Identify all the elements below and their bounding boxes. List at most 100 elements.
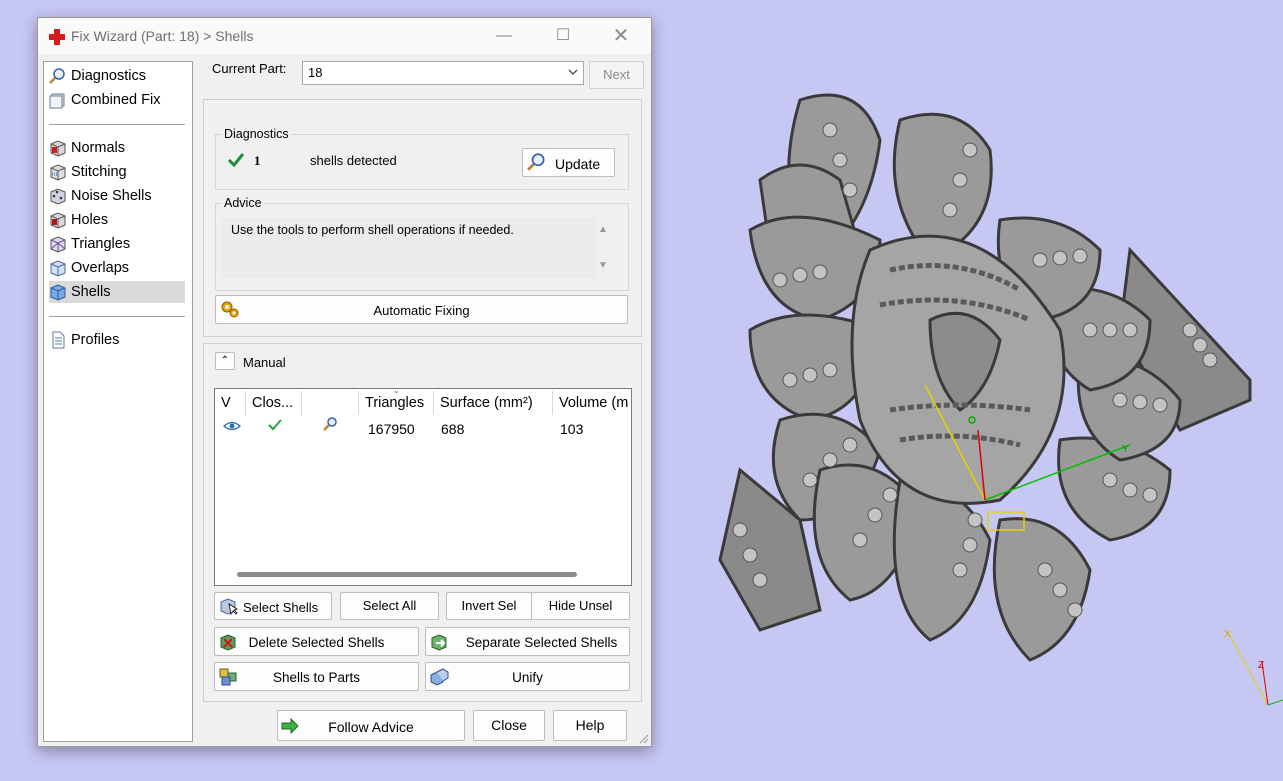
nav-item-shells[interactable]: Shells [49,281,185,303]
diagnostics-status: shells detected [310,153,397,168]
shells-to-parts-button[interactable]: Shells to Parts [214,662,419,691]
invert-selection-button[interactable]: Invert Sel [446,592,532,620]
nav-divider [49,316,185,317]
checkmark-icon [227,153,245,168]
unify-label: Unify [512,670,543,685]
column-divider [433,391,434,415]
shells-cube-icon [50,284,66,301]
horizontal-scrollbar[interactable] [237,572,577,577]
nav-item-diagnostics[interactable]: Diagnostics [49,65,185,87]
cell-volume: 103 [560,421,584,437]
update-label: Update [555,156,601,172]
hide-unselected-button[interactable]: Hide Unsel [531,592,630,620]
separate-selected-shells-button[interactable]: Separate Selected Shells [425,627,630,656]
separate-selected-shells-label: Separate Selected Shells [465,635,618,650]
magnifier-icon [527,153,545,171]
column-header-surface[interactable]: Surface (mm²) [440,395,533,411]
nav-label: Stitching [71,164,127,180]
stitching-cube-icon [50,164,66,181]
column-divider [301,391,302,415]
current-part-select[interactable]: 18 [302,61,584,85]
delete-selected-shells-button[interactable]: Delete Selected Shells [214,627,419,656]
nav-item-stitching[interactable]: Stitching [49,161,185,183]
magnifier-icon [49,68,65,84]
nav-label: Overlaps [71,260,130,276]
chevron-down-icon [568,69,578,75]
title-bar[interactable]: Fix Wizard (Part: 18) > Shells — ☐ ✕ [38,18,651,54]
column-divider [245,391,246,415]
maximize-button[interactable]: ☐ [543,24,583,48]
advice-text: Use the tools to perform shell operation… [231,223,514,237]
wizard-navigation: Diagnostics Combined Fix Normals Stitchi… [43,61,193,742]
delete-selected-shells-label: Delete Selected Shells [248,635,385,650]
nav-label: Profiles [71,332,120,348]
nav-label: Normals [71,140,125,156]
manual-title: Manual [243,355,286,370]
nav-label: Triangles [71,236,131,252]
nav-item-normals[interactable]: Normals [49,137,185,159]
column-header-visible[interactable]: V [221,395,231,411]
column-header-closed[interactable]: Clos... [252,395,293,411]
select-shells-button[interactable]: Select Shells [214,592,332,620]
nav-label: Holes [71,212,109,228]
select-shells-icon [220,598,238,616]
noise-shells-cube-icon [50,188,66,205]
column-header-triangles[interactable]: Triangles [365,395,424,411]
help-button[interactable]: Help [553,710,627,741]
follow-advice-label: Follow Advice [328,719,414,735]
current-part-label: Current Part: [212,61,287,76]
column-divider [552,391,553,415]
nav-item-holes[interactable]: Holes [49,209,185,231]
nav-item-profiles[interactable]: Profiles [49,329,185,351]
column-divider [358,391,359,415]
eye-icon[interactable] [223,419,241,433]
nav-item-combined-fix[interactable]: Combined Fix [49,89,185,111]
nav-item-noise-shells[interactable]: Noise Shells [49,185,185,207]
close-button[interactable]: Close [473,710,545,741]
combined-fix-icon [49,93,65,109]
shells-table[interactable]: V Clos... Triangles ⌄ Surface (mm²) Volu… [214,386,632,586]
select-all-button[interactable]: Select All [340,592,439,620]
triangles-cube-icon [50,236,66,253]
magnifier-icon[interactable] [321,416,339,434]
checkmark-icon [268,419,282,431]
scroll-down-icon[interactable]: ▼ [598,260,608,271]
follow-advice-button[interactable]: Follow Advice [277,710,465,741]
automatic-fixing-button[interactable]: Automatic Fixing [215,295,628,324]
close-window-button[interactable]: ✕ [601,24,641,48]
nav-label: Diagnostics [71,68,146,84]
overlaps-cube-icon [50,260,66,277]
unify-button[interactable]: Unify [425,662,630,691]
nav-label: Noise Shells [71,188,152,204]
nav-label: Shells [71,284,111,300]
nav-item-overlaps[interactable]: Overlaps [49,257,185,279]
window-title: Fix Wizard (Part: 18) > Shells [71,28,254,44]
diagnostics-title: Diagnostics [222,127,291,141]
chevron-up-icon: ⌃ [220,355,230,366]
axis-z-label: Z [1258,660,1264,671]
automatic-fixing-label: Automatic Fixing [373,303,470,318]
profile-document-icon [52,331,65,349]
collapse-manual-button[interactable]: ⌃ [215,352,235,370]
fix-wizard-dialog: Fix Wizard (Part: 18) > Shells — ☐ ✕ Dia… [37,17,652,747]
minimize-button[interactable]: — [484,24,524,48]
nav-item-triangles[interactable]: Triangles [49,233,185,255]
nav-label: Combined Fix [71,92,161,108]
resize-grip-icon[interactable] [639,734,649,744]
next-button[interactable]: Next [589,61,644,89]
cell-surface: 688 [441,421,465,437]
update-button[interactable]: Update [522,148,615,177]
cell-triangles: 167950 [368,421,415,437]
shells-to-parts-label: Shells to Parts [272,670,361,685]
advice-title: Advice [222,196,264,210]
axis-y-label: Y [1122,444,1129,455]
scroll-up-icon[interactable]: ▲ [598,224,608,235]
nav-divider [49,124,185,125]
shell-count: 1 [254,153,261,168]
axis-x-label: X [1224,629,1231,640]
select-shells-label: Select Shells [243,600,319,615]
column-header-volume[interactable]: Volume (m [559,395,628,411]
sort-indicator-icon: ⌄ [393,386,400,395]
advice-textbox[interactable]: Use the tools to perform shell operation… [221,218,596,278]
current-part-value: 18 [308,65,323,80]
